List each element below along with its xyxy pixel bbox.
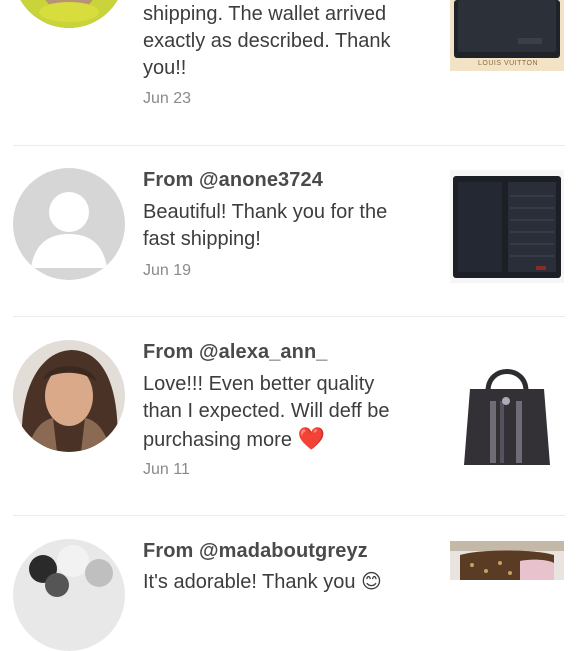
product-thumbnail[interactable] xyxy=(450,170,564,283)
reviewer-avatar[interactable] xyxy=(13,340,125,452)
default-user-avatar-icon xyxy=(13,168,125,280)
review-date: Jun 23 xyxy=(143,90,192,107)
review-author[interactable]: From @madaboutgreyz xyxy=(143,540,368,563)
review-text-line: exactly as described. Thank xyxy=(143,30,391,52)
review-text: Love!!! Even better quality than I expec… xyxy=(143,371,433,454)
reviewer-avatar[interactable] xyxy=(13,168,125,280)
thumb-caption: LOUIS VUITTON xyxy=(478,60,539,67)
review-author[interactable]: From @alexa_ann_ xyxy=(143,341,328,364)
review-item: From @anone3724 Beautiful! Thank you for… xyxy=(0,146,580,316)
review-item: From @madaboutgreyz It's adorable! Thank… xyxy=(0,516,580,651)
review-date: Jun 11 xyxy=(143,461,190,478)
review-text-line: Beautiful! Thank you for the xyxy=(143,201,388,223)
review-text-line: than I expected. Will deff be xyxy=(143,400,390,422)
product-thumbnail[interactable] xyxy=(450,357,564,468)
review-text-line: fast shipping! xyxy=(143,228,261,250)
tote-bag-photo-icon xyxy=(450,357,564,468)
reviewer-avatar[interactable] xyxy=(13,0,125,28)
review-text: Beautiful! Thank you for the fast shippi… xyxy=(143,199,433,253)
heart-emoji-icon: ❤️ xyxy=(297,426,325,451)
monogram-bag-photo-icon xyxy=(450,541,564,580)
review-author[interactable]: From @anone3724 xyxy=(143,169,323,192)
user-photo-avatar-icon xyxy=(13,340,125,452)
review-date: Jun 19 xyxy=(143,262,192,279)
review-item: shipping. The wallet arrived exactly as … xyxy=(0,0,580,145)
review-text-fragment: purchasing more xyxy=(143,429,292,451)
review-text-line: It's adorable! Thank you 😊 xyxy=(143,571,382,593)
review-text-line: Love!!! Even better quality xyxy=(143,373,375,395)
review-text: It's adorable! Thank you 😊 xyxy=(143,569,433,596)
open-wallet-photo-icon xyxy=(450,170,564,283)
review-text-line: you!! xyxy=(143,57,187,79)
product-thumbnail[interactable]: LOUIS VUITTON xyxy=(450,0,564,71)
user-photo-avatar-icon xyxy=(13,0,125,28)
review-text: shipping. The wallet arrived exactly as … xyxy=(143,1,433,82)
product-thumbnail[interactable] xyxy=(450,541,564,580)
review-item: From @alexa_ann_ Love!!! Even better qua… xyxy=(0,317,580,515)
review-text-line: shipping. The wallet arrived xyxy=(143,3,387,25)
user-photo-avatar-icon xyxy=(13,539,125,651)
reviewer-avatar[interactable] xyxy=(13,539,125,651)
review-text-line: purchasing more ❤️ xyxy=(143,425,433,454)
